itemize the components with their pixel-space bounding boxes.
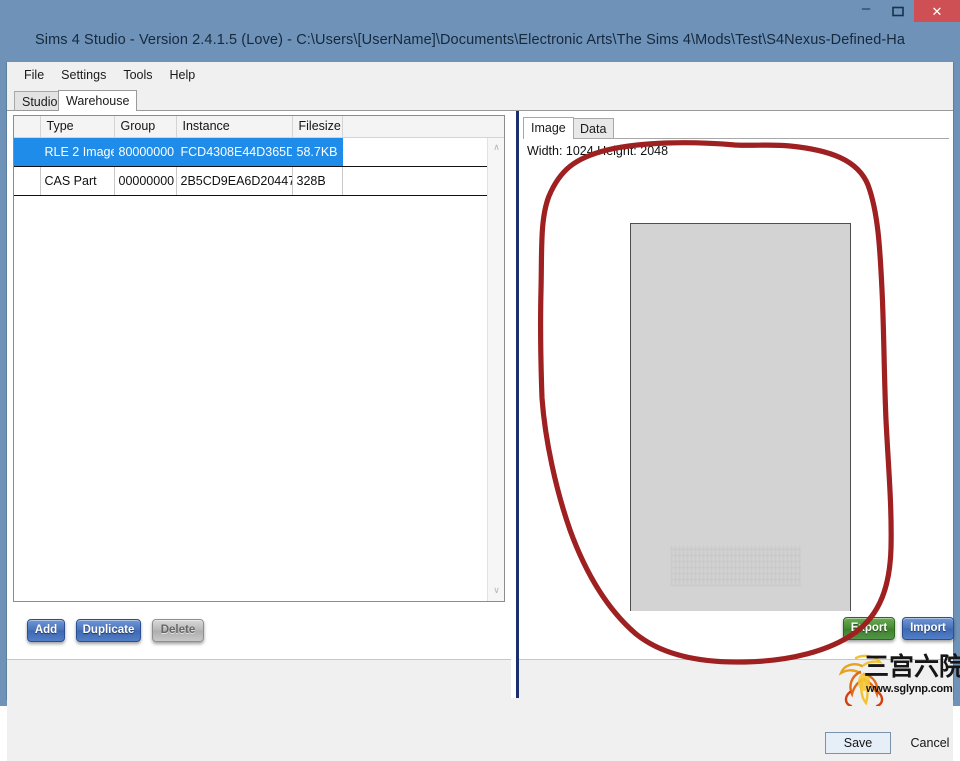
menu-item-help[interactable]: Help (162, 65, 205, 85)
content-panel: Type Group Instance Filesize RLE 2 Image (7, 111, 954, 698)
resource-list-pane: Type Group Instance Filesize RLE 2 Image (7, 111, 511, 698)
cancel-button[interactable]: Cancel (897, 732, 960, 754)
preview-tab-strip: Image Data (523, 117, 953, 139)
tab-warehouse[interactable]: Warehouse (58, 90, 138, 111)
window-title: Sims 4 Studio - Version 2.4.1.5 (Love) -… (35, 32, 906, 48)
application-window: – ✕ Sims 4 Studio - Version 2.4.1.5 (Lov… (0, 0, 960, 761)
cell-type: RLE 2 Image (40, 137, 115, 167)
column-header-instance[interactable]: Instance (176, 116, 293, 138)
cell-type: CAS Part (40, 166, 115, 196)
image-preview-box[interactable] (630, 223, 851, 658)
preview-action-bar: Export Import (519, 611, 954, 659)
maximize-button[interactable] (882, 0, 914, 22)
title-bar: – ✕ Sims 4 Studio - Version 2.4.1.5 (Lov… (0, 0, 960, 62)
cell-filesize: 58.7KB (292, 137, 343, 167)
scroll-up-icon[interactable]: ∧ (488, 139, 504, 156)
delete-button[interactable]: Delete (152, 619, 204, 642)
duplicate-button[interactable]: Duplicate (76, 619, 141, 642)
image-preview-texture (671, 546, 802, 587)
save-button[interactable]: Save (825, 732, 891, 754)
import-button[interactable]: Import (902, 617, 954, 640)
maximize-icon (892, 6, 904, 16)
add-button[interactable]: Add (27, 619, 65, 642)
row-selector[interactable] (14, 166, 41, 196)
menu-item-settings[interactable]: Settings (53, 65, 115, 85)
cell-filesize: 328B (292, 166, 343, 196)
column-header-group[interactable]: Group (114, 116, 177, 138)
tab-image[interactable]: Image (523, 117, 574, 139)
column-header-filesize[interactable]: Filesize (292, 116, 343, 138)
cell-group: 80000000 (114, 137, 177, 167)
cell-filler (342, 166, 504, 196)
client-area: File Settings Tools Help Studio Warehous… (6, 62, 954, 761)
scroll-down-icon[interactable]: ∨ (488, 582, 504, 599)
resource-table: Type Group Instance Filesize RLE 2 Image (14, 116, 504, 196)
minimize-button[interactable]: – (850, 0, 882, 22)
column-header-filler (342, 116, 504, 138)
close-button[interactable]: ✕ (914, 0, 960, 22)
menu-bar: File Settings Tools Help (7, 62, 953, 87)
table-row[interactable]: CAS Part 00000000 2B5CD9EA6D204476 328B (14, 166, 504, 196)
column-header-rownum[interactable] (14, 116, 41, 138)
cell-group: 00000000 (114, 166, 177, 196)
resource-table-container: Type Group Instance Filesize RLE 2 Image (13, 115, 505, 602)
column-header-type[interactable]: Type (40, 116, 115, 138)
close-icon: ✕ (931, 3, 943, 19)
tab-data[interactable]: Data (572, 118, 615, 139)
table-header-row: Type Group Instance Filesize (14, 116, 504, 138)
left-pane-footer (7, 660, 511, 698)
row-selector[interactable] (14, 137, 41, 167)
menu-item-file[interactable]: File (16, 65, 53, 85)
preview-tab-underline (523, 138, 949, 139)
menu-item-tools[interactable]: Tools (115, 65, 161, 85)
right-pane-footer (519, 660, 953, 698)
preview-pane: Image Data Width: 1024 Height: 2048 Expo… (519, 111, 954, 698)
table-vertical-scrollbar[interactable]: ∧ ∨ (487, 138, 504, 601)
cell-instance: 2B5CD9EA6D204476 (176, 166, 293, 196)
window-controls: – ✕ (850, 0, 960, 22)
cell-instance: FCD4308E44D365D4 (176, 137, 293, 167)
cell-filler (342, 137, 504, 167)
table-row[interactable]: RLE 2 Image 80000000 FCD4308E44D365D4 58… (14, 137, 504, 167)
image-dimensions-label: Width: 1024 Height: 2048 (527, 144, 669, 158)
main-tab-strip: Studio Warehouse (7, 88, 953, 111)
resource-action-bar: Add Duplicate Delete (13, 606, 505, 654)
dialog-button-bar: Save Cancel (7, 698, 953, 761)
minimize-icon: – (861, 0, 871, 17)
export-button[interactable]: Export (843, 617, 895, 640)
